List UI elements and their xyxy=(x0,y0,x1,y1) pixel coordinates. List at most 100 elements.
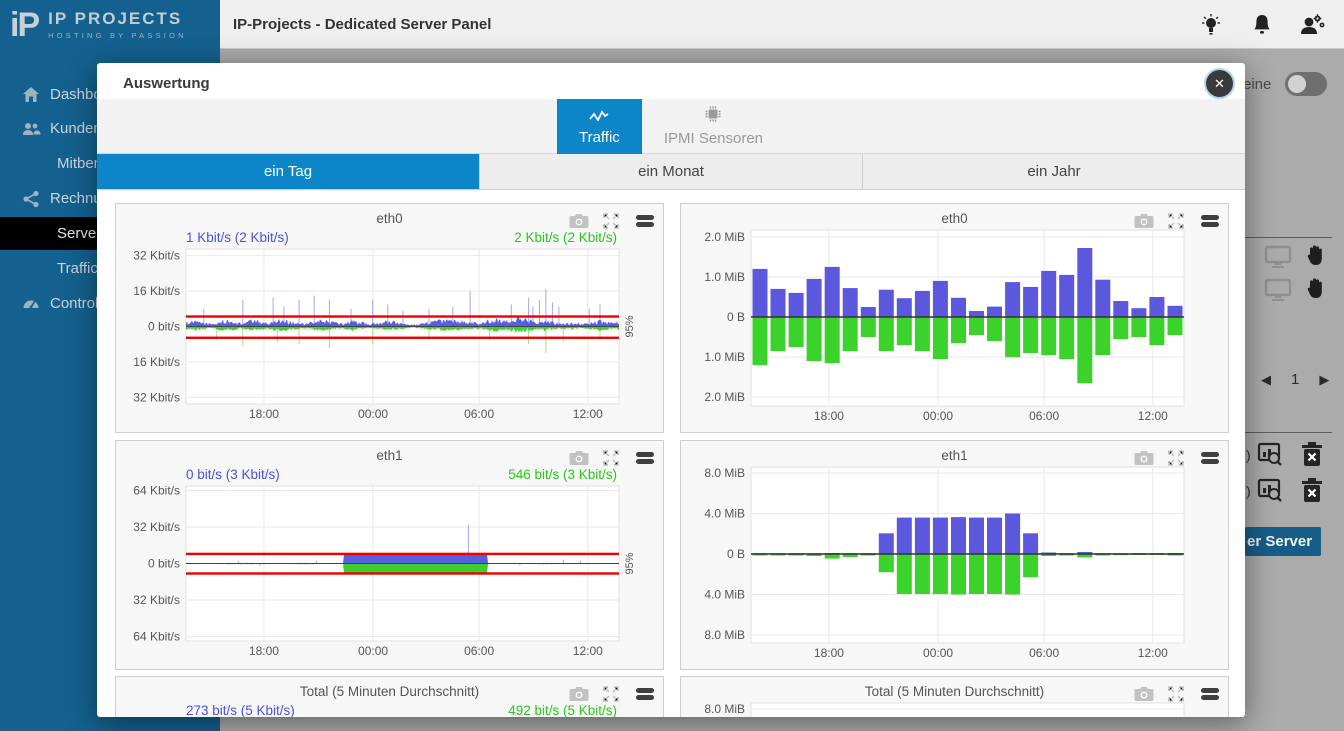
chart-panel-eth1-bars: eth1 18:0000:0006:0012:008.0 MiB4.0 MiB0… xyxy=(680,440,1229,670)
monitor-icon[interactable] xyxy=(1264,245,1292,274)
svg-text:00:00: 00:00 xyxy=(923,409,953,423)
svg-text:4.0 MiB: 4.0 MiB xyxy=(704,587,745,601)
svg-text:16 Kbit/s: 16 Kbit/s xyxy=(133,284,180,298)
screen: Dashboard Kunden Mitbenutzer Rechnungen … xyxy=(0,0,1344,731)
sidebar-item-label: Server xyxy=(57,225,101,242)
sidebar-item-label: Kunden xyxy=(50,120,102,137)
traffic-bar-chart: 8.0 MiB4.0 MiB0 B4.0 MiB8.0 MiB xyxy=(681,677,1230,717)
traffic-bar-chart: 18:00 00:00 06:00 12:00 2.0 MiB 1.0 MiB 0 B 1.0… xyxy=(681,204,1230,439)
top-header: iP IP PROJECTS HOSTING BY PASSION IP-Pro… xyxy=(0,0,1344,49)
svg-text:8.0 MiB: 8.0 MiB xyxy=(704,466,745,480)
tab-ein-monat[interactable]: ein Monat xyxy=(480,154,863,190)
close-icon[interactable]: ✕ xyxy=(1206,70,1233,97)
hand-icon[interactable] xyxy=(1305,243,1327,274)
svg-text:1.0 MiB: 1.0 MiB xyxy=(704,270,745,284)
svg-text:12:00: 12:00 xyxy=(1138,646,1168,660)
table-divider xyxy=(1245,237,1332,238)
svg-text:0 B: 0 B xyxy=(727,310,745,324)
svg-text:06:00: 06:00 xyxy=(1029,646,1059,660)
svg-text:32 Kbit/s: 32 Kbit/s xyxy=(133,520,180,534)
tab-traffic[interactable]: Traffic xyxy=(557,99,642,154)
chart-search-icon[interactable] xyxy=(1257,477,1283,508)
traffic-line-chart xyxy=(116,677,665,717)
svg-text:0 bit/s: 0 bit/s xyxy=(148,320,180,334)
toggle-knob xyxy=(1288,75,1306,93)
svg-text:95%: 95% xyxy=(624,315,636,337)
pagination: ◀ 1 ▶ xyxy=(1261,371,1329,388)
traffic-line-chart: 18:00 00:00 06:00 12:00 32 Kbit/s 16 Kbit/s 0 … xyxy=(116,204,665,439)
svg-text:8.0 MiB: 8.0 MiB xyxy=(704,702,745,716)
page-number: 1 xyxy=(1291,371,1299,388)
delete-icon[interactable] xyxy=(1300,477,1324,508)
svg-text:1.0 MiB: 1.0 MiB xyxy=(704,350,745,364)
tab-label: Traffic xyxy=(579,129,620,146)
notifications-bell-icon[interactable] xyxy=(1249,12,1275,38)
svg-text:12:00: 12:00 xyxy=(573,407,603,421)
share-icon xyxy=(22,190,40,208)
idea-bulb-icon[interactable] xyxy=(1198,12,1224,38)
svg-text:8.0 MiB: 8.0 MiB xyxy=(704,628,745,642)
users-icon xyxy=(22,120,40,138)
svg-text:2.0 MiB: 2.0 MiB xyxy=(704,230,745,244)
tab-ipmi-sensoren[interactable]: IPMI Sensoren xyxy=(642,99,785,154)
tab-ein-jahr[interactable]: ein Jahr xyxy=(863,154,1245,190)
chart-panel-eth0-line: eth0 1 Kbit/s (2 Kbit/s) 2 Kbit/s (2 Kbi… xyxy=(115,203,664,433)
svg-text:4.0 MiB: 4.0 MiB xyxy=(704,507,745,521)
logo-mark: iP xyxy=(10,8,38,42)
page-prev-icon[interactable]: ◀ xyxy=(1261,372,1271,388)
logo-name: IP PROJECTS xyxy=(48,9,187,29)
new-server-button[interactable]: er Server xyxy=(1245,527,1321,556)
toggle-row: eine xyxy=(1243,72,1327,96)
svg-text:00:00: 00:00 xyxy=(358,407,388,421)
sidebar-item-label: Traffic xyxy=(57,260,98,277)
page-title: IP-Projects - Dedicated Server Panel xyxy=(233,16,491,33)
svg-text:00:00: 00:00 xyxy=(923,646,953,660)
period-tabbar: ein Tag ein Monat ein Jahr xyxy=(97,154,1245,190)
traffic-pulse-icon xyxy=(589,108,609,125)
svg-text:64 Kbit/s: 64 Kbit/s xyxy=(133,629,180,643)
svg-text:2.0 MiB: 2.0 MiB xyxy=(704,390,745,404)
svg-text:0 B: 0 B xyxy=(727,547,745,561)
traffic-line-chart: 18:00 00:00 06:00 12:00 64 Kbit/s 32 Kbit/s 0 … xyxy=(116,441,665,676)
toggle-label: eine xyxy=(1243,76,1271,93)
chart-panel-total-line: Total (5 Minuten Durchschnitt) 273 bit/s… xyxy=(115,676,664,717)
svg-text:32 Kbit/s: 32 Kbit/s xyxy=(133,249,180,263)
tab-label: IPMI Sensoren xyxy=(664,130,763,147)
svg-text:32 Kbit/s: 32 Kbit/s xyxy=(133,593,180,607)
svg-text:64 Kbit/s: 64 Kbit/s xyxy=(133,484,180,498)
chart-search-icon[interactable] xyxy=(1257,441,1283,472)
user-settings-icon[interactable] xyxy=(1299,12,1325,38)
svg-text:00:00: 00:00 xyxy=(358,644,388,658)
svg-text:16 Kbit/s: 16 Kbit/s xyxy=(133,355,180,369)
svg-text:32 Kbit/s: 32 Kbit/s xyxy=(133,390,180,404)
new-server-button-label: er Server xyxy=(1247,533,1312,550)
svg-text:06:00: 06:00 xyxy=(464,644,494,658)
hand-icon[interactable] xyxy=(1305,276,1327,307)
svg-text:0 bit/s: 0 bit/s xyxy=(148,557,180,571)
app-logo[interactable]: iP IP PROJECTS HOSTING BY PASSION xyxy=(0,0,220,49)
page-next-icon[interactable]: ▶ xyxy=(1319,372,1329,388)
tab-ein-tag[interactable]: ein Tag xyxy=(97,154,480,190)
toggle-switch[interactable] xyxy=(1285,72,1327,96)
svg-text:18:00: 18:00 xyxy=(249,644,279,658)
svg-text:18:00: 18:00 xyxy=(814,646,844,660)
svg-text:06:00: 06:00 xyxy=(1029,409,1059,423)
svg-text:18:00: 18:00 xyxy=(814,409,844,423)
auswertung-modal: Auswertung ✕ Traffic IPMI Sensoren ein T… xyxy=(97,63,1245,717)
chart-panel-eth0-bars: eth0 18:0000:0006:0012:002.0 MiB1.0 MiB0… xyxy=(680,203,1229,433)
chart-type-tabbar: Traffic IPMI Sensoren xyxy=(97,99,1245,154)
chart-panel-eth1-line: eth1 0 bit/s (3 Kbit/s) 546 bit/s (3 Kbi… xyxy=(115,440,664,670)
modal-title: Auswertung xyxy=(123,75,210,92)
row-text-fragment: ) xyxy=(1246,483,1251,499)
delete-icon[interactable] xyxy=(1300,441,1324,472)
svg-text:06:00: 06:00 xyxy=(464,407,494,421)
svg-text:12:00: 12:00 xyxy=(1138,409,1168,423)
svg-text:18:00: 18:00 xyxy=(249,407,279,421)
chart-panel-total-bars: Total (5 Minuten Durchschnitt) 8.0 MiB4.… xyxy=(680,676,1229,717)
svg-text:12:00: 12:00 xyxy=(573,644,603,658)
row-text-fragment: ) xyxy=(1246,447,1251,463)
home-icon xyxy=(22,86,40,104)
svg-text:95%: 95% xyxy=(624,552,636,574)
traffic-bar-chart: 18:00 00:00 06:00 12:00 8.0 MiB 4.0 MiB 0 B 4.0… xyxy=(681,441,1230,676)
monitor-icon[interactable] xyxy=(1264,278,1292,307)
